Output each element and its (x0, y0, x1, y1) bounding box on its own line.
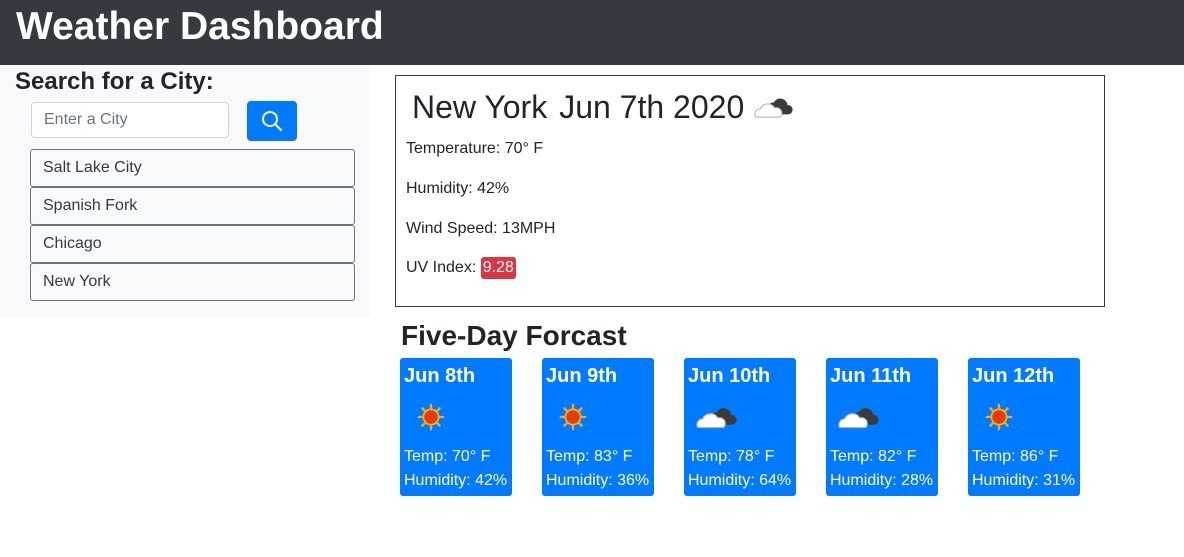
current-humidity: Humidity: 42% (406, 180, 510, 197)
cloud-icon (750, 90, 794, 124)
current-date: Jun 7th 2020 (559, 89, 745, 125)
search-sidebar: Search for a City: Salt Lake City Spanis… (0, 65, 370, 317)
cloud-icon (832, 398, 882, 436)
sun-icon (974, 398, 1024, 436)
navbar: Weather Dashboard (0, 0, 1184, 65)
forecast-temp: Temp: 78° F (688, 448, 775, 465)
forecast-date: Jun 8th (404, 365, 476, 387)
current-uv-index: UV Index: 9.28 (406, 257, 516, 279)
sun-icon (406, 398, 456, 436)
current-wind-speed: Wind Speed: 13MPH (406, 220, 556, 237)
forecast-card: Jun 10th Temp: 78° F Humidity: 64% (684, 358, 796, 496)
page-title: Weather Dashboard (16, 5, 384, 48)
city-history-item[interactable]: Chicago (30, 225, 355, 263)
search-heading: Search for a City: (15, 68, 214, 95)
current-city: New York (412, 89, 548, 125)
uv-index-badge: 9.28 (480, 257, 516, 279)
current-weather-heading: New York Jun 7th 2020 (412, 88, 794, 126)
forecast-heading: Five-Day Forcast (401, 320, 627, 351)
forecast-card: Jun 8th Temp: 70° F Humidity: 42% (400, 358, 512, 496)
forecast-temp: Temp: 82° F (830, 448, 917, 465)
forecast-card: Jun 12th Temp: 86° F Humidity: 31% (968, 358, 1080, 496)
cloud-icon (690, 398, 740, 436)
search-button[interactable] (247, 101, 297, 141)
forecast-date: Jun 12th (972, 365, 1055, 387)
current-temperature: Temperature: 70° F (406, 140, 544, 157)
uv-index-label: UV Index: (406, 259, 481, 276)
forecast-card: Jun 9th Temp: 83° F Humidity: 36% (542, 358, 654, 496)
forecast-humidity: Humidity: 31% (972, 472, 1076, 489)
forecast-temp: Temp: 83° F (546, 448, 633, 465)
forecast-date: Jun 11th (830, 365, 912, 387)
search-icon (262, 111, 283, 132)
city-history-item[interactable]: Spanish Fork (30, 187, 355, 225)
forecast-humidity: Humidity: 36% (546, 472, 650, 489)
sun-icon (548, 398, 598, 436)
current-weather-panel: New York Jun 7th 2020 Temperature: 70° F… (395, 75, 1105, 307)
forecast-date: Jun 10th (688, 365, 771, 387)
forecast-temp: Temp: 86° F (972, 448, 1059, 465)
forecast-date: Jun 9th (546, 365, 618, 387)
forecast-temp: Temp: 70° F (404, 448, 491, 465)
forecast-humidity: Humidity: 28% (830, 472, 934, 489)
city-history-item[interactable]: New York (30, 263, 355, 301)
forecast-humidity: Humidity: 64% (688, 472, 792, 489)
search-history-list: Salt Lake City Spanish Fork Chicago New … (30, 149, 355, 301)
city-history-item[interactable]: Salt Lake City (30, 149, 355, 187)
forecast-card: Jun 11th Temp: 82° F Humidity: 28% (826, 358, 938, 496)
forecast-humidity: Humidity: 42% (404, 472, 508, 489)
city-search-input[interactable] (31, 102, 229, 138)
